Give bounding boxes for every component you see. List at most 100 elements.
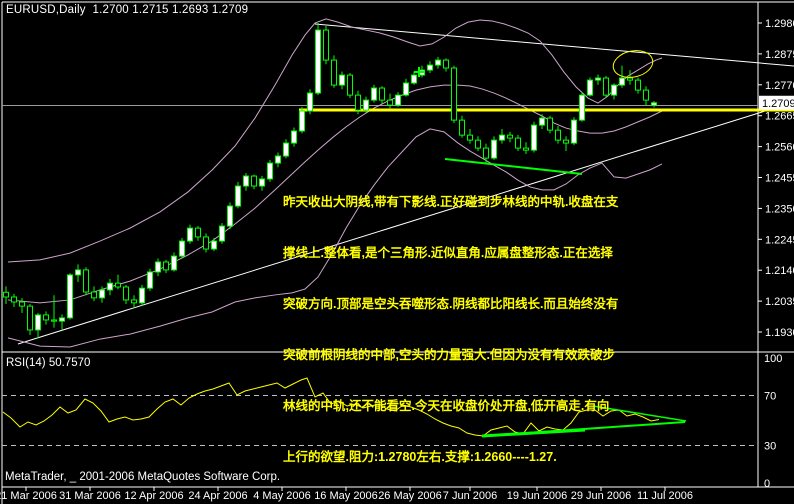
bear-candle [523, 147, 529, 151]
rsi-scale-label: 0 [764, 478, 770, 490]
rsi-scale-label: 70 [764, 391, 776, 403]
date-axis-label: 21 Mar 2006 [0, 490, 57, 502]
bear-candle [547, 117, 553, 131]
bear-candle [43, 314, 49, 321]
price-axis-label: 1.2980 [765, 18, 794, 30]
bull-candle [435, 59, 441, 66]
bear-candle [603, 77, 609, 96]
price-axis-label: 1.2035 [765, 296, 794, 308]
bear-candle [355, 94, 361, 111]
bear-candle [643, 89, 649, 101]
date-axis-label: 12 Apr 2006 [124, 490, 183, 502]
bull-candle [299, 110, 305, 132]
bull-candle [491, 139, 497, 159]
bull-candle [147, 271, 153, 289]
bear-candle [451, 67, 457, 121]
price-axis-label: 1.2770 [765, 80, 794, 92]
bear-candle [555, 129, 561, 141]
bull-candle [179, 240, 185, 257]
bull-candle [307, 92, 313, 112]
bear-candle [251, 175, 257, 187]
annotation-line: 昨天收出大阴线,带有下影线.正好碰到步林线的中轨.收盘在支 [283, 195, 619, 209]
bull-candle [539, 117, 545, 126]
annotation-line: 突破前根阴线的中部,空头的力量强大.但因为没有有效跌破步 [283, 348, 615, 362]
rsi-indicator-label: RSI(14) 50.7570 [6, 357, 91, 369]
bear-candle [123, 286, 129, 301]
bull-candle [363, 99, 369, 111]
bear-candle [387, 99, 393, 106]
bull-candle [59, 317, 65, 322]
chart-title-ohlc: EURUSD,Daily 1.2700 1.2715 1.2693 1.2709 [6, 4, 249, 16]
current-price-label: 1.2709 [762, 98, 794, 110]
bear-candle [51, 319, 57, 322]
date-axis-label: 31 Mar 2006 [59, 490, 121, 502]
bull-candle [275, 155, 281, 164]
bear-candle [563, 139, 569, 144]
bull-candle [395, 94, 401, 106]
bull-candle [651, 102, 657, 106]
bear-candle [515, 137, 521, 149]
descending-trendline [314, 23, 794, 67]
copyright-text: MetaTrader, _ 2001-2006 MetaQuotes Softw… [5, 471, 281, 483]
bull-candle [139, 287, 145, 304]
metatrader-chart-window: 1.2980 1.2875 1.2770 1.2665 1.2560 1.2455 1.23… [0, 0, 794, 504]
bear-candle [459, 119, 465, 136]
date-axis-label: 11 Jul 2006 [637, 490, 693, 502]
bear-candle [635, 79, 641, 91]
bull-candle [587, 79, 593, 96]
price-axis-label: 1.2875 [765, 49, 794, 61]
rsi-scale-label: 100 [764, 353, 782, 365]
rsi-scale-label: 30 [764, 441, 776, 453]
bull-candle [611, 84, 617, 96]
annotation-line: 林线的中轨,还不能看空.今天在收盘价处开盘,低开高走.有向 [283, 399, 610, 413]
bear-candle [475, 139, 481, 149]
bull-candle [243, 175, 249, 187]
bear-candle [91, 291, 97, 299]
price-axis-label: 1.2350 [765, 203, 794, 215]
annotation-line: 撑线上.整体看,是个三角形.近似直角.应属盘整形态.正在选择 [283, 246, 613, 260]
bull-candle [339, 74, 345, 86]
bear-candle [443, 59, 449, 69]
bear-candle [467, 134, 473, 141]
bull-candle [227, 205, 233, 227]
bull-candle [403, 82, 409, 96]
bear-candle [163, 261, 169, 271]
bear-candle [11, 296, 17, 303]
date-axis-label: 24 Apr 2006 [188, 490, 247, 502]
bull-candle [155, 261, 161, 273]
bull-candle [75, 269, 81, 276]
bull-candle [187, 227, 193, 242]
bull-candle [235, 185, 241, 207]
bear-candle [115, 282, 121, 288]
bull-candle [35, 314, 41, 331]
bear-candle [3, 291, 9, 298]
bull-candle [267, 162, 273, 180]
bull-candle [171, 255, 177, 271]
price-axis-label: 1.2245 [765, 234, 794, 246]
bear-candle [131, 299, 137, 304]
price-axis-label: 1.2665 [765, 111, 794, 123]
bull-candle [579, 94, 585, 121]
bull-candle [219, 225, 225, 242]
bull-candle [315, 29, 321, 94]
bull-candle [107, 282, 113, 291]
annotation-line: 突破方向.顶部是空头吞噬形态.阴线都比阳线长.而且始终没有 [283, 297, 619, 311]
bear-candle [627, 77, 633, 81]
price-axis-label: 1.2560 [765, 142, 794, 154]
bear-candle [379, 87, 385, 101]
bull-candle [499, 134, 505, 141]
analysis-annotation: 昨天收出大阴线,带有下影线.正好碰到步林线的中轨.收盘在支 撑线上.整体看,是个… [283, 160, 618, 504]
bull-candle [571, 119, 577, 144]
price-axis-label: 1.2455 [765, 173, 794, 185]
bull-candle [259, 178, 265, 187]
bear-candle [331, 59, 337, 86]
bull-candle [531, 124, 537, 151]
bull-candle [427, 64, 433, 71]
price-axis-label: 1.1930 [765, 327, 794, 339]
annotation-line: 上行的欲望.阻力:1.2780左右.支撑:1.2660----1.27. [283, 450, 557, 464]
bear-candle [203, 236, 209, 250]
bear-candle [19, 301, 25, 307]
bear-candle [483, 147, 489, 159]
bull-candle [211, 240, 217, 250]
bull-candle [371, 87, 377, 101]
